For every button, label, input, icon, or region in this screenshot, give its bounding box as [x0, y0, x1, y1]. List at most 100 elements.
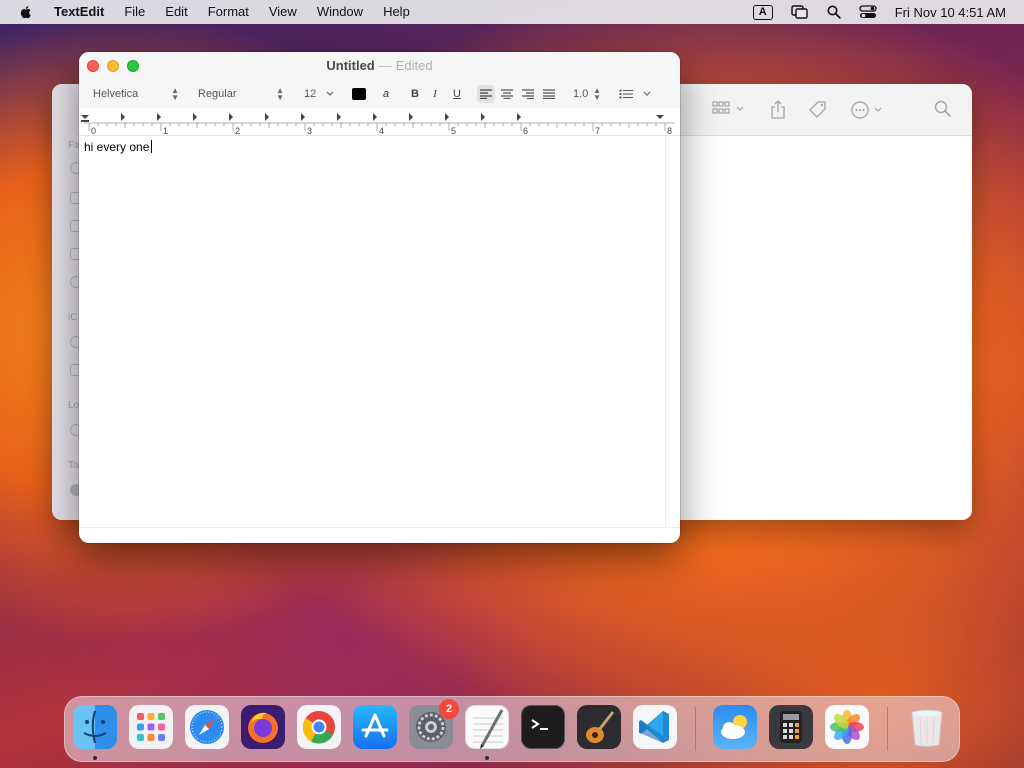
highlight-glyph: a	[382, 88, 390, 100]
font-size-value: 12	[304, 88, 317, 100]
font-family-value: Helvetica	[93, 88, 139, 100]
textedit-icon[interactable]	[465, 705, 509, 749]
input-source-icon[interactable]: A	[752, 4, 773, 20]
menu-app-name[interactable]: TextEdit	[48, 0, 114, 24]
textedit-window[interactable]: Untitled — Edited Helvetica ▲ ▼ Regular ▲ ▼ …	[79, 52, 680, 543]
app-store-icon[interactable]	[353, 705, 397, 749]
vertical-scrollbar[interactable]	[665, 136, 680, 527]
document-status: Edited	[395, 58, 433, 73]
first-line-indent-marker[interactable]	[81, 115, 89, 119]
menu-clock[interactable]: Fri Nov 10 4:51 AM	[895, 5, 1006, 20]
format-bar: Helvetica ▲ ▼ Regular ▲ ▼ 12 a B I U 1.0…	[79, 80, 680, 108]
text-caret	[151, 140, 153, 153]
align-center-button[interactable]	[498, 85, 516, 103]
menu-window[interactable]: Window	[307, 0, 373, 24]
align-right-icon	[522, 89, 534, 99]
dock: 2	[64, 696, 960, 762]
sidebar-section-label: Lo	[68, 400, 80, 411]
align-right-button[interactable]	[519, 85, 537, 103]
bold-button[interactable]: B	[407, 85, 423, 103]
ruler-label: 5	[451, 126, 456, 136]
finder-icon[interactable]	[73, 705, 117, 749]
ruler-label: 8	[667, 126, 672, 136]
spotlight-search-icon[interactable]	[827, 5, 841, 19]
document-content: hi every one	[84, 140, 150, 154]
launchpad-icon[interactable]	[129, 705, 173, 749]
safari-icon[interactable]	[185, 705, 229, 749]
menu-edit[interactable]: Edit	[155, 0, 197, 24]
bullet-list-icon	[619, 89, 633, 99]
search-icon[interactable]	[934, 100, 952, 123]
dock-separator	[887, 707, 888, 751]
italic-button[interactable]: I	[427, 85, 443, 103]
photos-icon[interactable]	[825, 705, 869, 749]
finder-toolbar	[672, 84, 972, 136]
align-left-button[interactable]	[477, 85, 495, 103]
firefox-icon[interactable]	[241, 705, 285, 749]
garageband-icon[interactable]	[577, 705, 621, 749]
apple-icon[interactable]	[18, 4, 34, 20]
chevron-down-icon	[643, 91, 651, 96]
share-icon[interactable]	[770, 100, 786, 125]
text-color-swatch	[352, 88, 366, 100]
tab-stops[interactable]	[121, 113, 521, 121]
align-justify-button[interactable]	[540, 85, 558, 103]
list-style-button[interactable]	[619, 85, 651, 103]
running-indicator	[93, 756, 97, 760]
underline-button[interactable]: U	[449, 85, 465, 103]
menu-help[interactable]: Help	[373, 0, 420, 24]
document-name: Untitled	[326, 58, 375, 73]
running-indicator	[485, 756, 489, 760]
right-margin-marker[interactable]	[656, 115, 664, 119]
system-preferences-icon[interactable]: 2	[409, 699, 459, 749]
font-style-select[interactable]: Regular ▲ ▼	[192, 85, 288, 103]
tag-icon[interactable]	[808, 100, 828, 125]
view-grid-icon[interactable]	[712, 100, 746, 123]
menu-format[interactable]: Format	[198, 0, 259, 24]
ruler-label: 1	[163, 126, 168, 136]
text-area[interactable]: hi every one	[79, 136, 665, 527]
align-left-icon	[480, 89, 492, 99]
left-indent-marker[interactable]	[81, 120, 89, 122]
line-spacing-select[interactable]: 1.0 ▲ ▼	[569, 85, 605, 103]
weather-icon[interactable]	[713, 705, 757, 749]
ruler-label: 4	[379, 126, 384, 136]
menu-view[interactable]: View	[259, 0, 307, 24]
ruler-scale[interactable]: 0 1 2 3 4 5 6 7 8	[79, 108, 680, 136]
calculator-icon[interactable]	[769, 705, 813, 749]
stepper-icon: ▲ ▼	[171, 86, 179, 102]
menu-bar: TextEdit File Edit Format View Window He…	[0, 0, 1024, 24]
sidebar-section-label: Ta	[68, 460, 79, 471]
title-bar[interactable]: Untitled — Edited	[79, 52, 680, 80]
ruler-label: 3	[307, 126, 312, 136]
vscode-icon[interactable]	[633, 705, 677, 749]
align-justify-icon	[543, 89, 555, 99]
document-title[interactable]: Untitled — Edited	[79, 58, 680, 73]
font-family-select[interactable]: Helvetica ▲ ▼	[87, 85, 183, 103]
more-actions-icon[interactable]	[850, 100, 886, 125]
chrome-icon[interactable]	[297, 705, 341, 749]
highlight-icon: a	[383, 88, 389, 100]
trash-icon[interactable]	[905, 705, 949, 749]
ruler-label: 7	[595, 126, 600, 136]
document-text[interactable]: hi every one	[84, 140, 153, 154]
menu-file[interactable]: File	[114, 0, 155, 24]
sidebar-section-label: iC	[68, 312, 78, 323]
ruler-label: 6	[523, 126, 528, 136]
ruler-label: 0	[91, 126, 96, 136]
dock-separator	[695, 707, 696, 751]
font-size-select[interactable]: 12	[298, 85, 338, 103]
terminal-icon[interactable]	[521, 705, 565, 749]
ruler-label: 2	[235, 126, 240, 136]
line-spacing-value: 1.0	[573, 88, 589, 100]
notification-badge: 2	[439, 699, 459, 719]
align-center-icon	[501, 89, 513, 99]
horizontal-scrollbar[interactable]	[79, 527, 680, 543]
control-center-icon[interactable]	[859, 5, 877, 19]
text-color-button[interactable]	[352, 85, 366, 103]
font-style-value: Regular	[198, 88, 237, 100]
screen-mirroring-icon[interactable]	[791, 5, 809, 19]
highlight-color-button[interactable]: a	[378, 85, 394, 103]
stepper-icon: ▲ ▼	[593, 86, 601, 102]
ruler[interactable]: 0 1 2 3 4 5 6 7 8	[79, 108, 680, 136]
